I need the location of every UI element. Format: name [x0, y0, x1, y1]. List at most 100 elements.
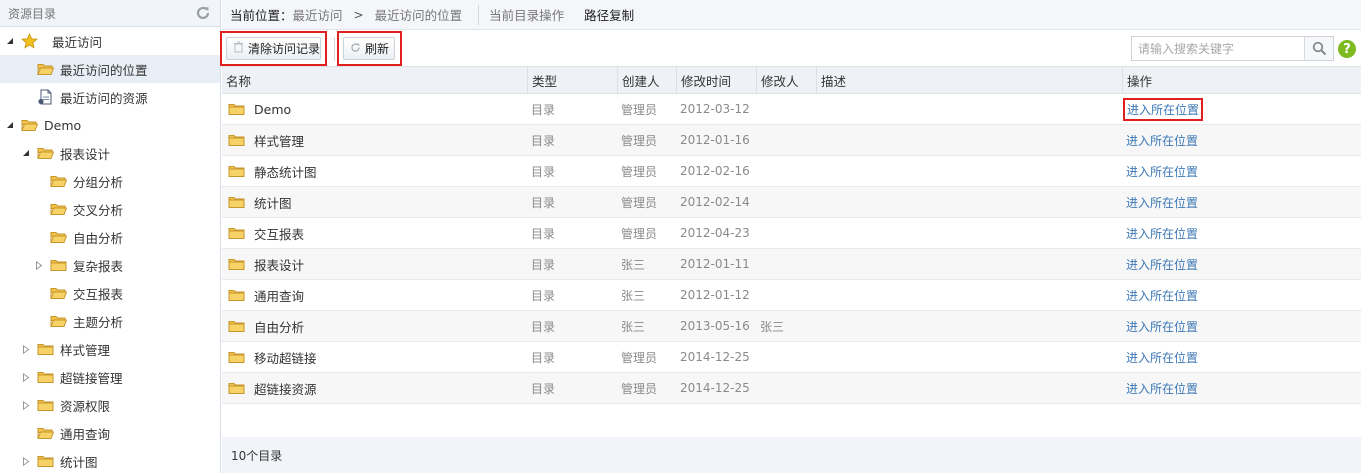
cell-name: 静态统计图	[222, 156, 527, 186]
goto-location-link[interactable]: 进入所在位置	[1126, 287, 1198, 304]
refresh-icon[interactable]	[194, 4, 212, 22]
tree-item-label: 最近访问	[52, 34, 103, 50]
help-icon[interactable]: ?	[1338, 40, 1356, 58]
tree-item[interactable]: 最近访问	[0, 27, 220, 55]
tree-item-label: 统计图	[60, 454, 98, 470]
column-header-modified[interactable]: 修改时间	[676, 67, 756, 94]
tree-item[interactable]: 交叉分析	[0, 195, 220, 223]
folder-icon	[228, 133, 245, 147]
expand-arrow-icon[interactable]	[21, 372, 31, 382]
tree-item-label: 最近访问的资源	[60, 90, 148, 106]
tree-item[interactable]: 分组分析	[0, 167, 220, 195]
column-header-type[interactable]: 类型	[527, 67, 617, 94]
tree-item[interactable]: 交互报表	[0, 279, 220, 307]
collapse-arrow-icon[interactable]	[5, 120, 15, 130]
cell-actions: 进入所在位置	[1122, 218, 1361, 248]
tree-item[interactable]: 复杂报表	[0, 251, 220, 279]
row-name: 统计图	[254, 195, 292, 211]
folder-open-icon	[37, 146, 54, 160]
table-row[interactable]: Demo 目录 管理员 2012-03-12 进入所在位置	[222, 94, 1361, 125]
goto-location-link[interactable]: 进入所在位置	[1126, 256, 1198, 273]
breadcrumb-recent[interactable]: 最近访问	[293, 5, 343, 24]
cell-name: 超链接资源	[222, 373, 527, 403]
goto-location-link[interactable]: 进入所在位置	[1126, 225, 1198, 242]
tree-item[interactable]: 自由分析	[0, 223, 220, 251]
refresh-button[interactable]: 刷新	[343, 37, 395, 60]
cell-type: 目录	[531, 288, 556, 303]
table-row[interactable]: 样式管理 目录 管理员 2012-01-16 进入所在位置	[222, 125, 1361, 156]
cell-name: Demo	[222, 94, 527, 124]
cell-modifier	[756, 342, 816, 372]
current-dir-ops-label: 当前目录操作	[489, 8, 565, 23]
table-row[interactable]: 通用查询 目录 张三 2012-01-12 进入所在位置	[222, 280, 1361, 311]
breadcrumb-recent-locations[interactable]: 最近访问的位置	[375, 5, 463, 24]
folder-icon	[228, 288, 245, 302]
cell-name: 样式管理	[222, 125, 527, 155]
cell-modifier	[756, 94, 816, 124]
cell-type: 目录	[531, 102, 556, 117]
cell-type: 目录	[531, 133, 556, 148]
tree-item[interactable]: 主题分析	[0, 307, 220, 335]
table-row[interactable]: 统计图 目录 管理员 2012-02-14 进入所在位置	[222, 187, 1361, 218]
table-empty-area	[222, 405, 1361, 437]
column-header-modifier[interactable]: 修改人	[756, 67, 816, 94]
table-row[interactable]: 自由分析 目录 张三 2013-05-16 张三 进入所在位置	[222, 311, 1361, 342]
cell-creator: 管理员	[621, 350, 658, 365]
tree-item-label: 分组分析	[73, 174, 124, 190]
cell-actions: 进入所在位置	[1122, 280, 1361, 310]
column-header-description[interactable]: 描述	[816, 67, 1122, 94]
table-row[interactable]: 静态统计图 目录 管理员 2012-02-16 进入所在位置	[222, 156, 1361, 187]
table-row[interactable]: 报表设计 目录 张三 2012-01-11 进入所在位置	[222, 249, 1361, 280]
tree-item[interactable]: 报表设计	[0, 139, 220, 167]
cell-name: 移动超链接	[222, 342, 527, 372]
folder-open-icon	[50, 174, 67, 188]
location-prefix: 当前位置：	[230, 8, 293, 23]
row-name: 自由分析	[254, 319, 305, 335]
tree-item[interactable]: 资源权限	[0, 391, 220, 419]
tree-item[interactable]: 通用查询	[0, 419, 220, 447]
cell-actions: 进入所在位置	[1122, 125, 1361, 155]
search-icon[interactable]	[1304, 37, 1333, 60]
clear-history-button[interactable]: 清除访问记录	[226, 37, 321, 60]
cell-modified: 2014-12-25	[680, 350, 750, 364]
table-row[interactable]: 移动超链接 目录 管理员 2014-12-25 进入所在位置	[222, 342, 1361, 373]
tree-item[interactable]: 超链接管理	[0, 363, 220, 391]
goto-location-link[interactable]: 进入所在位置	[1126, 194, 1198, 211]
goto-location-link[interactable]: 进入所在位置	[1126, 132, 1198, 149]
tree-item[interactable]: Demo	[0, 111, 220, 139]
search-input[interactable]	[1132, 37, 1304, 60]
tree-item[interactable]: 最近访问的位置	[0, 55, 220, 83]
toolbar: 清除访问记录 刷新 ?	[220, 31, 1361, 66]
tree-item[interactable]: 样式管理	[0, 335, 220, 363]
cell-creator: 管理员	[621, 164, 658, 179]
goto-location-link[interactable]: 进入所在位置	[1122, 97, 1204, 121]
goto-location-link[interactable]: 进入所在位置	[1126, 163, 1198, 180]
goto-location-link[interactable]: 进入所在位置	[1126, 380, 1198, 397]
cell-modified: 2012-03-12	[680, 102, 750, 116]
expand-arrow-icon[interactable]	[34, 260, 44, 270]
cell-modifier	[756, 249, 816, 279]
expand-arrow-icon[interactable]	[21, 344, 31, 354]
goto-location-link[interactable]: 进入所在位置	[1126, 318, 1198, 335]
goto-location-link[interactable]: 进入所在位置	[1126, 349, 1198, 366]
trash-icon	[233, 41, 244, 56]
column-header-creator[interactable]: 创建人	[617, 67, 676, 94]
collapse-arrow-icon[interactable]	[21, 148, 31, 158]
tree-item[interactable]: 统计图	[0, 447, 220, 473]
collapse-arrow-icon[interactable]	[5, 36, 15, 46]
tree-item[interactable]: 最近访问的资源	[0, 83, 220, 111]
cell-description	[816, 280, 1122, 310]
expand-arrow-icon[interactable]	[21, 400, 31, 410]
copy-path-button[interactable]: 路径复制	[584, 5, 634, 24]
table-row[interactable]: 交互报表 目录 管理员 2012-04-23 进入所在位置	[222, 218, 1361, 249]
tree-item-label: 超链接管理	[60, 370, 123, 386]
tree-item-label: 资源权限	[60, 398, 111, 414]
folder-open-icon	[21, 118, 38, 132]
tree-item-label: 报表设计	[60, 146, 111, 162]
expand-arrow-icon[interactable]	[21, 456, 31, 466]
column-header-name[interactable]: 名称	[222, 67, 527, 94]
table-row[interactable]: 超链接资源 目录 管理员 2014-12-25 进入所在位置	[222, 373, 1361, 404]
